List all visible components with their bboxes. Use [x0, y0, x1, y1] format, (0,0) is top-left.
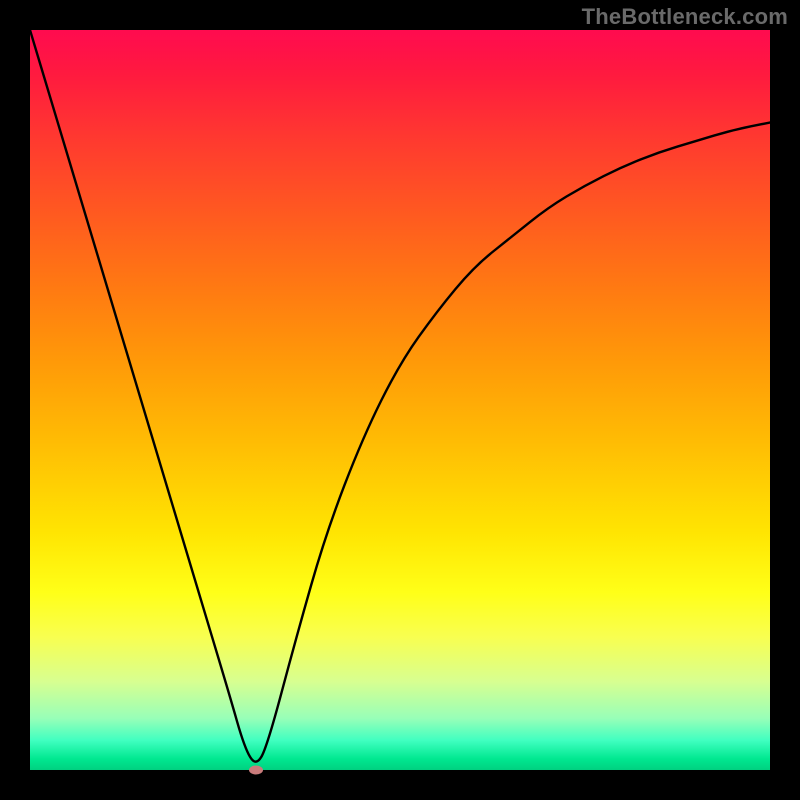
chart-frame: TheBottleneck.com: [0, 0, 800, 800]
bottleneck-curve: [30, 30, 770, 770]
minimum-marker: [249, 766, 263, 775]
curve-path: [30, 30, 770, 762]
watermark-text: TheBottleneck.com: [582, 4, 788, 30]
plot-area: [30, 30, 770, 770]
